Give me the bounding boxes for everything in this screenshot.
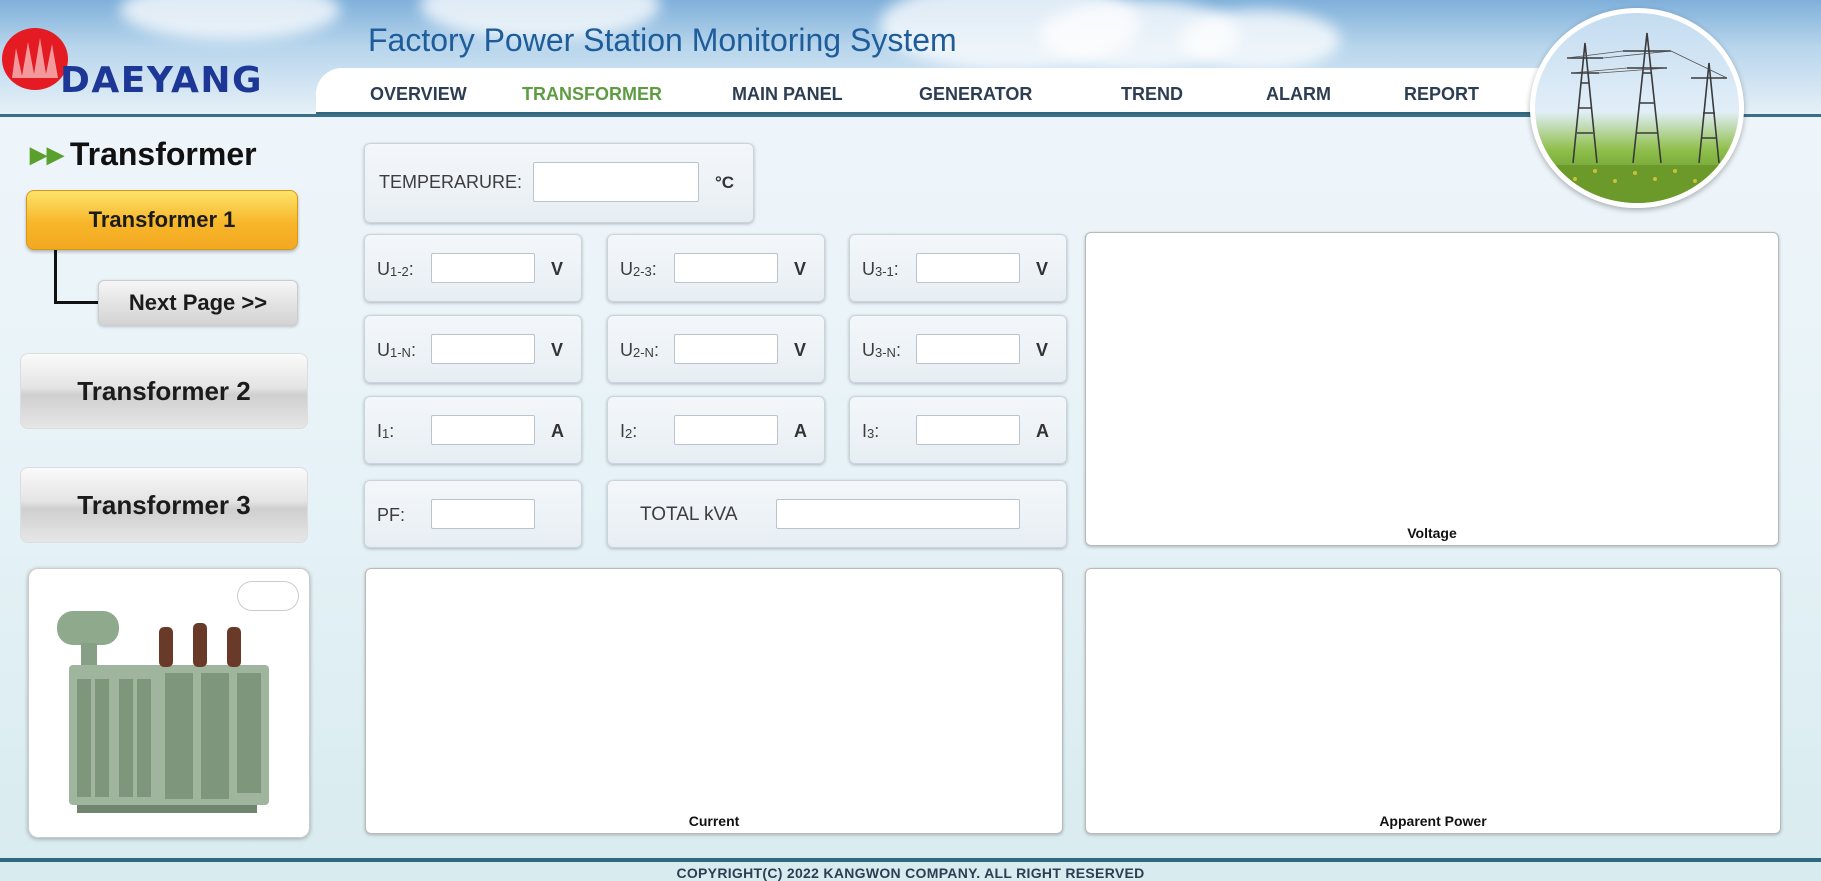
total-kva-field[interactable] xyxy=(776,499,1020,529)
i1-panel: I1: A xyxy=(364,396,582,464)
u23-field[interactable] xyxy=(674,253,778,283)
nav-main-panel[interactable]: MAIN PANEL xyxy=(732,84,843,105)
company-logo: DAEYANG xyxy=(0,22,310,106)
u1n-field[interactable] xyxy=(431,334,535,364)
i3-unit: A xyxy=(1036,421,1049,441)
transformer-2-button[interactable]: Transformer 2 xyxy=(20,353,308,429)
i1-field[interactable] xyxy=(431,415,535,445)
u31-field[interactable] xyxy=(916,253,1020,283)
temperature-panel: TEMPERARURE: °C xyxy=(364,143,754,223)
total-kva-label: TOTAL kVA xyxy=(640,504,738,525)
sidebar-title-text: Transformer xyxy=(69,136,257,172)
u1n-unit: V xyxy=(551,340,564,360)
nav-report[interactable]: REPORT xyxy=(1404,84,1479,105)
transformer-1-button[interactable]: Transformer 1 xyxy=(26,190,298,250)
u2n-unit: V xyxy=(794,340,807,360)
voltage-chart: Voltage xyxy=(1085,232,1779,546)
u23-unit: V xyxy=(794,259,807,279)
next-page-button[interactable]: Next Page >> xyxy=(98,280,298,326)
apparent-power-chart: Apparent Power xyxy=(1085,568,1781,834)
u31-panel: U3-1: V xyxy=(849,234,1067,302)
apparent-power-chart-label: Apparent Power xyxy=(1379,813,1487,829)
nav-overview[interactable]: OVERVIEW xyxy=(370,84,467,105)
sidebar-title: ▶▶ Transformer xyxy=(30,136,257,173)
i2-unit: A xyxy=(794,421,807,441)
logo-text: DAEYANG xyxy=(60,60,263,101)
nav-trend[interactable]: TREND xyxy=(1121,84,1183,105)
footer-copyright: COPYRIGHT(C) 2022 KANGWON COMPANY. ALL R… xyxy=(676,865,1145,881)
total-kva-panel: TOTAL kVA xyxy=(607,480,1067,548)
u12-panel: U1-2: V xyxy=(364,234,582,302)
i2-panel: I2: A xyxy=(607,396,825,464)
main-navigation: OVERVIEW TRANSFORMER MAIN PANEL GENERATO… xyxy=(316,68,1546,115)
i1-label: I1: xyxy=(377,421,395,441)
nav-generator[interactable]: GENERATOR xyxy=(919,84,1032,105)
u3n-label: U3-N: xyxy=(862,340,901,360)
u31-label: U3-1: xyxy=(862,259,899,279)
u2n-field[interactable] xyxy=(674,334,778,364)
nav-transformer[interactable]: TRANSFORMER xyxy=(522,84,662,105)
i2-label: I2: xyxy=(620,421,638,441)
logo-emblem-icon xyxy=(2,28,68,90)
pf-panel: PF: xyxy=(364,480,582,548)
i3-field[interactable] xyxy=(916,415,1020,445)
pf-field[interactable] xyxy=(431,499,535,529)
u2n-label: U2-N: xyxy=(620,340,659,360)
u23-panel: U2-3: V xyxy=(607,234,825,302)
u2n-panel: U2-N: V xyxy=(607,315,825,383)
u23-label: U2-3: xyxy=(620,259,657,279)
temperature-unit: °C xyxy=(715,173,735,192)
i3-label: I3: xyxy=(862,421,880,441)
temperature-label: TEMPERARURE: xyxy=(379,172,523,192)
temperature-field[interactable] xyxy=(533,162,699,202)
u12-unit: V xyxy=(551,259,564,279)
u3n-unit: V xyxy=(1036,340,1049,360)
transformer-image-panel xyxy=(28,568,310,838)
footer-divider xyxy=(0,858,1821,862)
transformer-3-button[interactable]: Transformer 3 xyxy=(20,467,308,543)
double-arrow-icon: ▶▶ xyxy=(30,142,64,167)
u3n-panel: U3-N: V xyxy=(849,315,1067,383)
u1n-label: U1-N: xyxy=(377,340,416,360)
current-chart-label: Current xyxy=(688,813,740,829)
tree-connector-horizontal xyxy=(54,301,98,304)
i2-field[interactable] xyxy=(674,415,778,445)
u31-unit: V xyxy=(1036,259,1049,279)
u12-label: U1-2: xyxy=(377,259,414,279)
power-tower-image xyxy=(1530,8,1744,208)
current-chart: Current xyxy=(365,568,1063,834)
app-title: Factory Power Station Monitoring System xyxy=(368,22,957,58)
i3-panel: I3: A xyxy=(849,396,1067,464)
i1-unit: A xyxy=(551,421,564,441)
nav-alarm[interactable]: ALARM xyxy=(1266,84,1331,105)
tree-connector xyxy=(54,250,57,304)
voltage-chart-label: Voltage xyxy=(1407,525,1457,541)
image-toggle-button[interactable] xyxy=(237,581,299,611)
pf-label: PF: xyxy=(377,505,406,525)
u12-field[interactable] xyxy=(431,253,535,283)
u1n-panel: U1-N: V xyxy=(364,315,582,383)
u3n-field[interactable] xyxy=(916,334,1020,364)
